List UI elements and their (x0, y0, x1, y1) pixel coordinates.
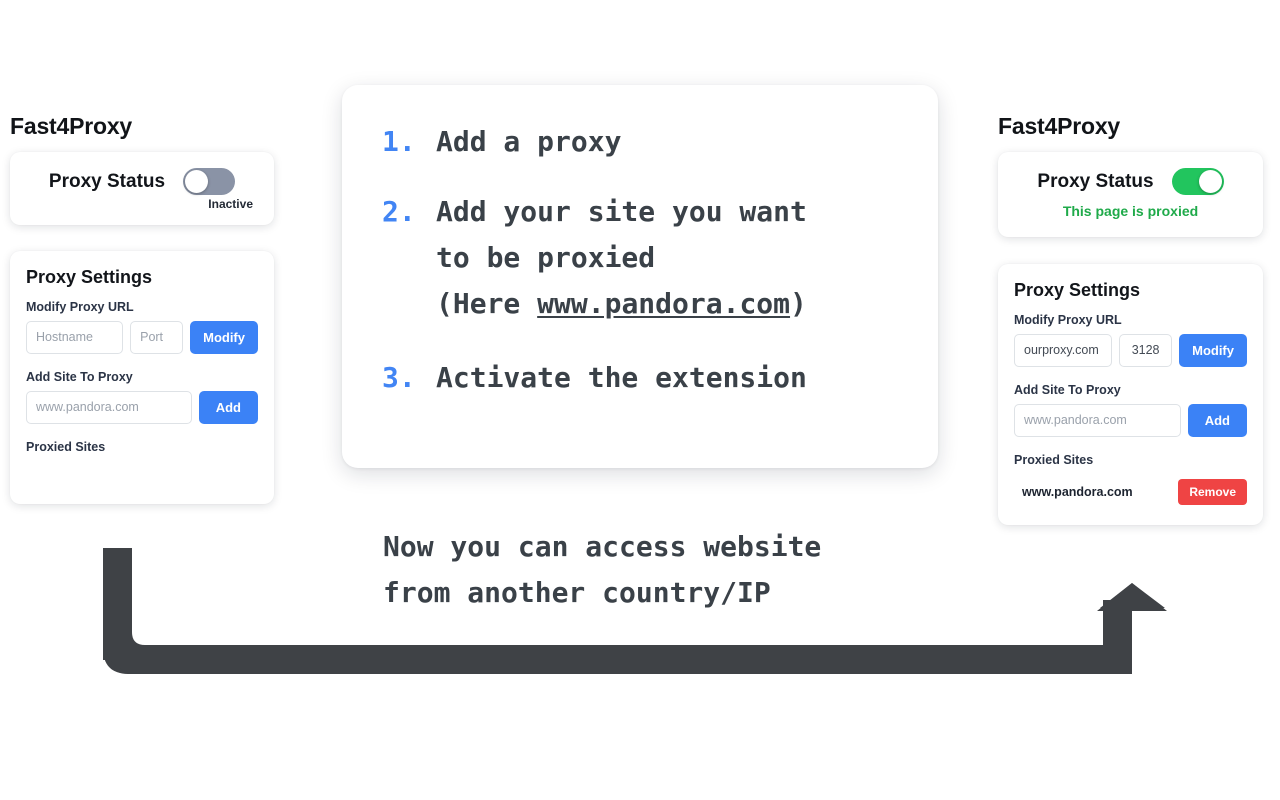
left-modify-button[interactable]: Modify (190, 321, 258, 354)
left-settings-title: Proxy Settings (26, 267, 153, 287)
instructions-card: 1. Add a proxy 2. Add your site you want… (342, 85, 938, 468)
instruction-step-1: 1. Add a proxy (382, 119, 908, 165)
right-proxy-settings-card: Proxy Settings Modify Proxy URL ourproxy… (998, 264, 1263, 525)
toggle-knob-icon (1198, 170, 1222, 193)
right-add-site-label: Add Site To Proxy (1014, 383, 1121, 397)
step-1-text: Add a proxy (436, 125, 622, 158)
step-2-text-after: ) (790, 287, 807, 320)
right-modify-button[interactable]: Modify (1179, 334, 1247, 367)
right-settings-title: Proxy Settings (1014, 280, 1141, 300)
right-brand-title: Fast4Proxy (998, 113, 1121, 139)
left-add-site-label: Add Site To Proxy (26, 370, 133, 384)
step-3-number: 3. (382, 361, 416, 394)
left-proxied-sites-label: Proxied Sites (26, 440, 106, 454)
left-port-input[interactable]: Port (130, 321, 184, 354)
right-status-row: Proxy Status (1014, 168, 1247, 195)
proxied-site-row: www.pandora.com Remove (1014, 479, 1247, 505)
step-2-text: Add your site you want to be proxied (He… (436, 189, 807, 327)
right-extension-popup: Fast4Proxy Proxy Status This page is pro… (998, 115, 1263, 525)
bottom-caption: Now you can access website from another … (383, 530, 822, 609)
right-proxy-toggle[interactable] (1171, 168, 1224, 195)
remove-site-button[interactable]: Remove (1178, 479, 1247, 505)
left-proxy-status-card: Proxy Status Inactive (10, 152, 274, 225)
instruction-step-2: 2. Add your site you want to be proxied … (382, 189, 908, 327)
left-extension-popup: Fast4Proxy Proxy Status Inactive Proxy S… (10, 115, 274, 504)
left-proxy-toggle[interactable] (183, 168, 236, 195)
right-hostname-input[interactable]: ourproxy.com (1014, 334, 1113, 367)
left-site-input[interactable]: www.pandora.com (26, 391, 192, 424)
right-status-sub-text: This page is proxied (1062, 203, 1199, 219)
right-site-input[interactable]: www.pandora.com (1014, 404, 1181, 437)
arrow-head (1097, 583, 1167, 611)
left-brand-title: Fast4Proxy (10, 113, 133, 139)
right-port-input[interactable]: 3128 (1119, 334, 1173, 367)
step-3-text: Activate the extension (436, 361, 807, 394)
right-add-site-row: www.pandora.com Add (1014, 404, 1247, 437)
screenshot-stage: Fast4Proxy Proxy Status Inactive Proxy S… (0, 0, 1280, 800)
right-proxied-sites-list: www.pandora.com Remove (1014, 479, 1247, 505)
left-proxy-settings-card: Proxy Settings Modify Proxy URL Hostname… (10, 251, 274, 504)
proxied-site-name: www.pandora.com (1022, 485, 1133, 499)
left-hostname-input[interactable]: Hostname (26, 321, 124, 354)
left-add-button[interactable]: Add (198, 391, 258, 424)
left-modify-proxy-url-label: Modify Proxy URL (26, 300, 134, 314)
instruction-step-3: 3. Activate the extension (382, 355, 908, 401)
step-1-number: 1. (382, 125, 416, 158)
right-proxy-status-card: Proxy Status This page is proxied (998, 152, 1263, 237)
step-2-example-link: www.pandora.com (537, 287, 791, 320)
left-proxied-sites-list (26, 454, 258, 484)
right-modify-proxy-row: ourproxy.com 3128 Modify (1014, 334, 1247, 367)
left-status-row: Proxy Status (26, 168, 258, 195)
right-modify-proxy-url-label: Modify Proxy URL (1014, 313, 1122, 327)
left-modify-proxy-row: Hostname Port Modify (26, 321, 258, 354)
left-add-site-row: www.pandora.com Add (26, 391, 258, 424)
right-add-button[interactable]: Add (1187, 404, 1247, 437)
left-proxy-status-label: Proxy Status (48, 170, 166, 192)
step-2-number: 2. (382, 195, 416, 228)
left-status-sub-text: Inactive (208, 197, 253, 211)
toggle-knob-icon (185, 170, 209, 193)
right-proxy-status-label: Proxy Status (1037, 170, 1154, 192)
right-proxied-sites-label: Proxied Sites (1014, 453, 1094, 467)
